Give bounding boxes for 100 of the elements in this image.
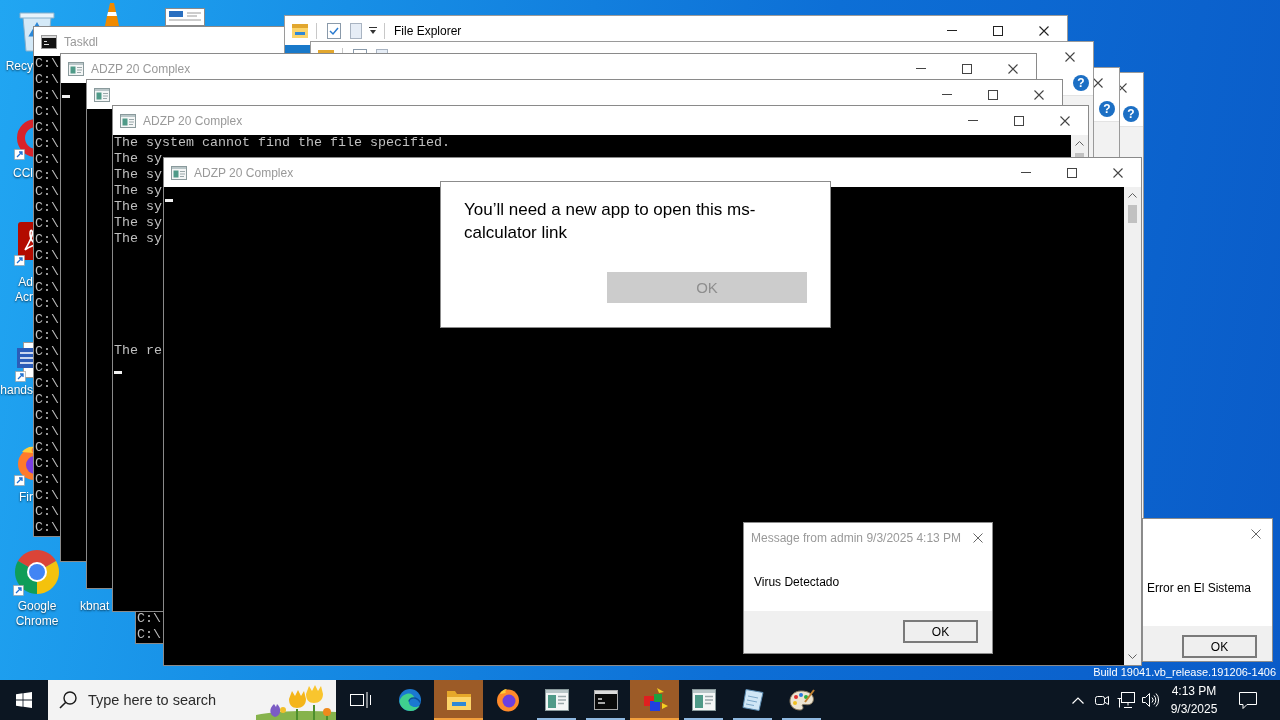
console-line: C:\ bbox=[35, 424, 59, 440]
cubes-icon bbox=[641, 688, 668, 712]
window-title: ADZP 20 Complex bbox=[91, 61, 191, 76]
window-title: File Explorer bbox=[394, 23, 462, 38]
maximize-icon bbox=[1014, 115, 1024, 126]
dialog-message: You’ll need a new app to open this ms-calculator link bbox=[464, 199, 757, 244]
console-line: C:\ bbox=[137, 627, 161, 643]
maximize-icon bbox=[962, 63, 972, 74]
swirl-icon bbox=[397, 688, 422, 712]
dialog-message: Error en El Sistema bbox=[1147, 580, 1252, 595]
clock[interactable]: 4:13 PM 9/3/2025 bbox=[1162, 680, 1226, 720]
palette-icon bbox=[788, 688, 815, 712]
window-icon bbox=[120, 113, 136, 128]
console-line: C:\ bbox=[35, 440, 59, 456]
console-line: C:\ bbox=[35, 392, 59, 408]
console-line: C:\ bbox=[35, 248, 59, 264]
terminal-icon bbox=[593, 690, 618, 710]
console-line: C:\ bbox=[35, 344, 59, 360]
minimize-icon bbox=[1021, 172, 1031, 173]
console-line: C:\ bbox=[35, 328, 59, 344]
window-title: Message from admin 9/3/2025 4:13 PM bbox=[751, 531, 962, 545]
window-title: ADZP 20 Complex bbox=[143, 113, 243, 128]
file-icon[interactable] bbox=[165, 8, 205, 26]
close-icon bbox=[1251, 529, 1261, 539]
close-icon bbox=[1065, 51, 1075, 62]
help-button[interactable]: ? bbox=[1099, 101, 1115, 117]
console-line: C:\ bbox=[35, 120, 59, 136]
terminal-icon bbox=[41, 34, 57, 49]
maximize-icon bbox=[1067, 167, 1077, 178]
dialog-message: Virus Detectado bbox=[754, 575, 840, 589]
console-line: C:\ bbox=[35, 184, 59, 200]
speaker-icon bbox=[1141, 692, 1159, 708]
console-line: C:\ bbox=[35, 360, 59, 376]
task-view-icon bbox=[349, 691, 372, 709]
chevron-up-icon bbox=[1075, 141, 1084, 146]
console-line: C:\ bbox=[35, 56, 59, 72]
console-line: C:\ bbox=[35, 280, 59, 296]
console-line: C:\ bbox=[35, 408, 59, 424]
build-text: Build 19041.vb_release.191206-1406 bbox=[1093, 666, 1276, 679]
close-icon bbox=[1034, 89, 1044, 100]
icon-label[interactable]: Ad Acr bbox=[0, 275, 33, 305]
close-icon bbox=[1039, 25, 1049, 36]
console-line: The sy bbox=[114, 151, 162, 167]
console-line: C:\ bbox=[35, 200, 59, 216]
console-line: The sy bbox=[114, 215, 162, 231]
chevron-up-icon bbox=[1128, 193, 1137, 198]
console-line: The sy bbox=[114, 199, 162, 215]
help-button[interactable]: ? bbox=[1073, 75, 1089, 91]
console-line: C:\ bbox=[35, 504, 59, 520]
minimize-icon bbox=[942, 94, 952, 95]
icon-label[interactable]: kbnat bbox=[80, 599, 110, 614]
window-icon bbox=[94, 87, 110, 102]
icon-label[interactable]: Recy bbox=[0, 59, 33, 74]
icon-label[interactable]: hands bbox=[0, 383, 33, 398]
console-line: C:\ bbox=[35, 152, 59, 168]
window-icon bbox=[171, 165, 187, 180]
window-title: Taskdl bbox=[64, 34, 98, 49]
icon-label[interactable]: Fir bbox=[0, 490, 33, 505]
console-line: C:\ bbox=[35, 520, 59, 536]
window-title: ADZP 20 Complex bbox=[194, 165, 294, 180]
icon-label[interactable]: CCl bbox=[0, 166, 33, 181]
close-icon bbox=[1113, 167, 1123, 178]
minimize-icon bbox=[968, 120, 978, 121]
network-icon bbox=[1117, 692, 1135, 708]
close-icon bbox=[1008, 63, 1018, 74]
icon-label[interactable]: Google Chrome bbox=[1, 599, 73, 629]
console-line: C:\ bbox=[35, 88, 59, 104]
console-line: C:\ bbox=[35, 312, 59, 328]
window-icon bbox=[68, 61, 84, 76]
chevron-down-icon bbox=[1128, 654, 1137, 659]
browser-icon[interactable] bbox=[13, 548, 61, 596]
console-line: C:\ bbox=[35, 104, 59, 120]
caret-icon[interactable] bbox=[369, 27, 377, 34]
folder-icon bbox=[446, 690, 471, 710]
scroll-thumb[interactable] bbox=[1128, 205, 1137, 223]
scroll-thumb[interactable] bbox=[1075, 153, 1084, 157]
console-line: C:\ bbox=[35, 296, 59, 312]
ok-button[interactable]: OK bbox=[1182, 635, 1257, 658]
minimize-icon bbox=[947, 30, 957, 31]
properties-icon[interactable] bbox=[327, 22, 341, 39]
console-line: C:\ bbox=[35, 216, 59, 232]
notepad-icon bbox=[740, 688, 765, 712]
console-line: The sy bbox=[114, 183, 162, 199]
close-icon bbox=[1060, 115, 1070, 126]
console-line: C:\ bbox=[35, 472, 59, 488]
console-line: The sy bbox=[114, 167, 162, 183]
folder-icon bbox=[292, 23, 308, 38]
window-icon bbox=[544, 689, 569, 711]
console-line: C:\ bbox=[35, 136, 59, 152]
console-line: C:\ bbox=[35, 488, 59, 504]
console-line: C:\ bbox=[35, 168, 59, 184]
ring-icon[interactable] bbox=[14, 118, 33, 160]
help-button[interactable]: ? bbox=[1123, 106, 1139, 122]
console-line: The re bbox=[114, 343, 162, 359]
search-field[interactable]: Type here to search bbox=[48, 680, 336, 720]
window-icon bbox=[691, 689, 716, 711]
start-icon bbox=[16, 692, 32, 708]
console-line: C:\ bbox=[35, 376, 59, 392]
ok-button[interactable]: OK bbox=[903, 620, 978, 643]
minimize-icon bbox=[916, 68, 926, 69]
